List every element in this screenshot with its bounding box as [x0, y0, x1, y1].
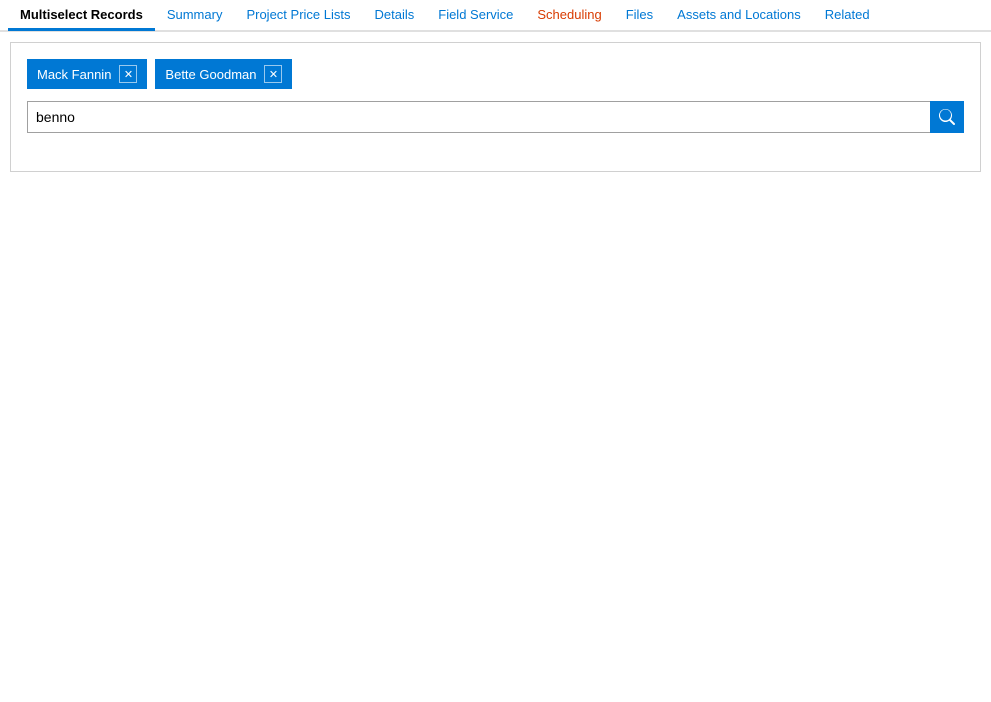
tag-bette-goodman-label: Bette Goodman [165, 67, 256, 82]
search-icon [939, 109, 955, 125]
nav-tab-files[interactable]: Files [614, 1, 665, 31]
nav-tab-scheduling[interactable]: Scheduling [525, 1, 613, 31]
search-input[interactable] [27, 101, 930, 133]
nav-tab-related[interactable]: Related [813, 1, 882, 31]
nav-tab-field-service[interactable]: Field Service [426, 1, 525, 31]
tag-mack-fannin-close-button[interactable]: ✕ [119, 65, 137, 83]
search-row [27, 101, 964, 133]
tag-bette-goodman-chip: Bette Goodman ✕ [155, 59, 292, 89]
tag-mack-fannin-chip: Mack Fannin ✕ [27, 59, 147, 89]
tag-mack-fannin-label: Mack Fannin [37, 67, 111, 82]
main-content-area: Mack Fannin ✕ Bette Goodman ✕ [10, 42, 981, 172]
search-button[interactable] [930, 101, 964, 133]
nav-tab-project-price-lists[interactable]: Project Price Lists [234, 1, 362, 31]
nav-tab-multiselect-records[interactable]: Multiselect Records [8, 1, 155, 31]
tag-bette-goodman-close-button[interactable]: ✕ [264, 65, 282, 83]
nav-tab-details[interactable]: Details [363, 1, 427, 31]
nav-tab-summary[interactable]: Summary [155, 1, 235, 31]
navigation-tabs: Multiselect RecordsSummaryProject Price … [0, 0, 991, 32]
tags-row: Mack Fannin ✕ Bette Goodman ✕ [27, 59, 964, 89]
nav-tab-assets-and-locations[interactable]: Assets and Locations [665, 1, 813, 31]
